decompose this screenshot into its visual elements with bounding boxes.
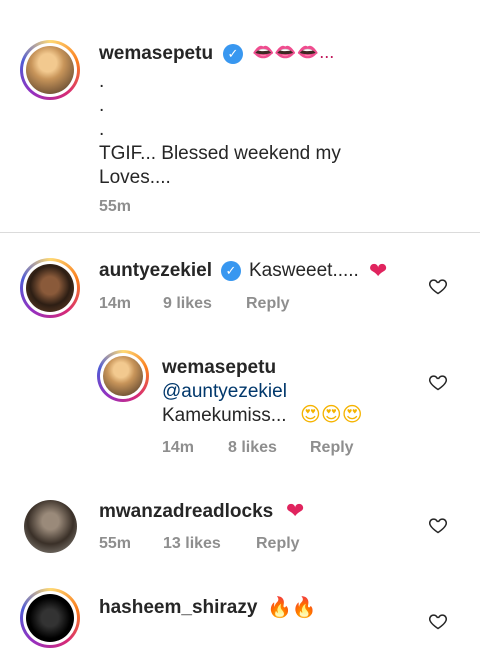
post-caption: wemasepetu ✓ 👄👄👄... . . . TGIF... Blesse… (0, 0, 480, 232)
reply-time: 14m (162, 439, 195, 456)
caption-avatar[interactable] (20, 40, 80, 100)
caption-time: 55m (99, 198, 132, 215)
comment-time: 14m (99, 295, 132, 312)
comment-username[interactable]: auntyezekiel (99, 260, 212, 282)
red-heart-emoji: ❤ (369, 258, 388, 283)
heart-outline-icon[interactable] (428, 611, 448, 631)
caption-divider (0, 232, 480, 233)
comment-username[interactable]: hasheem_shirazy (99, 597, 257, 619)
heart-outline-icon[interactable] (428, 372, 448, 392)
reply-button[interactable]: Reply (310, 439, 354, 457)
reply-button[interactable]: Reply (256, 535, 300, 553)
red-heart-emoji: ❤ (286, 498, 305, 523)
caption-text: . . . TGIF... Blessed weekend my Loves..… (99, 71, 341, 188)
reply-text: Kamekumiss... (162, 405, 287, 426)
reply-likes[interactable]: 8 likes (228, 439, 277, 457)
fire-emoji: 🔥🔥 (267, 597, 317, 619)
caption-emoji: 👄👄👄... (252, 42, 335, 62)
reply-button[interactable]: Reply (246, 295, 290, 313)
comment-username[interactable]: mwanzadreadlocks (99, 501, 273, 523)
heart-outline-icon[interactable] (428, 276, 448, 296)
comment-likes[interactable]: 9 likes (163, 295, 212, 313)
reply-username[interactable]: wemasepetu (162, 357, 276, 379)
caption-username[interactable]: wemasepetu (99, 43, 213, 65)
reply-mention[interactable]: @auntyezekiel (162, 381, 287, 403)
reply-avatar[interactable] (97, 350, 149, 402)
comment-text: Kasweeet..... (249, 260, 359, 281)
comment-avatar[interactable] (20, 258, 80, 318)
comment-avatar[interactable] (24, 500, 77, 553)
verified-badge-icon: ✓ (221, 261, 241, 281)
verified-badge-icon: ✓ (223, 44, 243, 64)
heart-eyes-emoji: 😍😍😍 (300, 404, 363, 426)
comment-time: 55m (99, 535, 132, 552)
comment-likes[interactable]: 13 likes (163, 535, 221, 553)
heart-outline-icon[interactable] (428, 515, 448, 535)
comment-avatar[interactable] (20, 588, 80, 648)
